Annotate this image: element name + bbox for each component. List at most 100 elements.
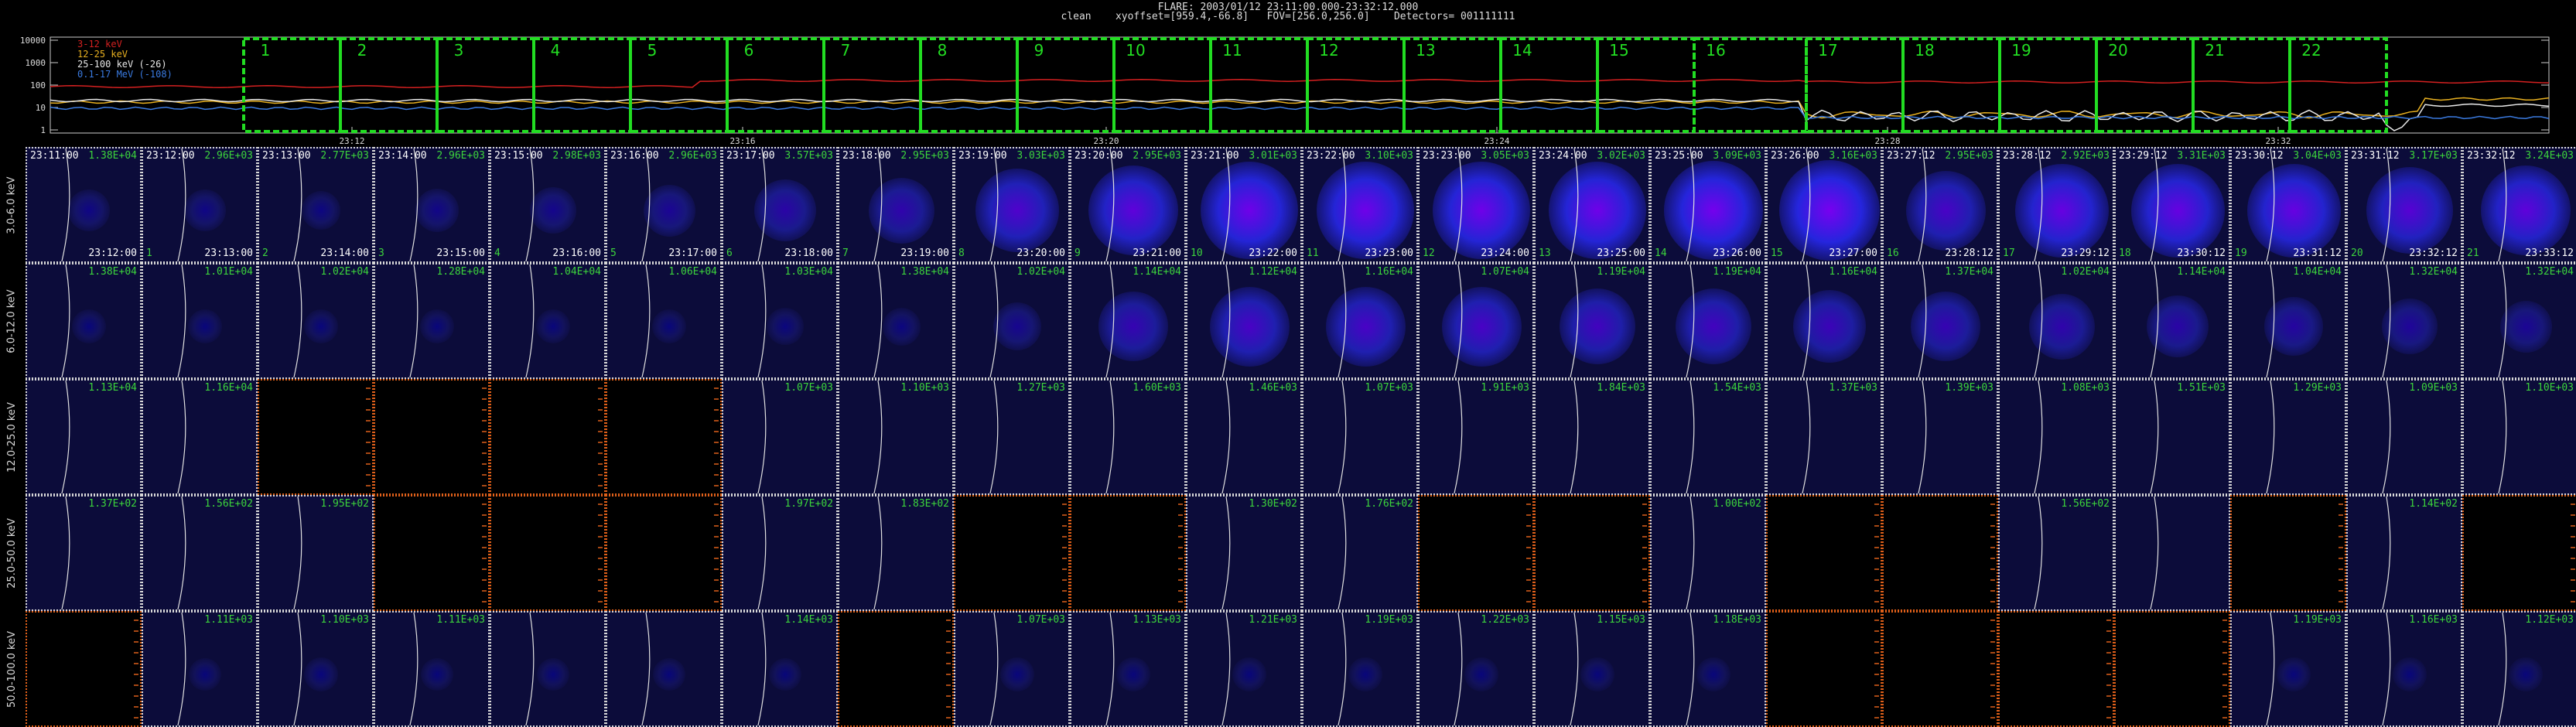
cell-peak-value: 1.38E+04 [88, 150, 137, 162]
image-cell: 1.14E+04 [1070, 263, 1186, 379]
solar-limb [1454, 381, 1463, 493]
cell-peak-value: 1.37E+02 [88, 498, 137, 510]
image-cell: 1.14E+03 [722, 611, 838, 727]
y-tick-label: 10 [36, 103, 46, 113]
solar-limb [873, 148, 883, 261]
row-label-text: 6.0-12.0 keV [5, 288, 18, 353]
x-tick-label: 23:16 [729, 136, 755, 146]
axis-ticks [1062, 503, 1067, 602]
row-label: 25.0-50.0 keV [0, 495, 23, 611]
solar-limb [1686, 381, 1695, 493]
row-label-text: 50.0-100.0 keV [5, 630, 18, 708]
image-cell: 1.09E+03 [2346, 379, 2462, 495]
cell-peak-value: 1.16E+04 [1829, 266, 1877, 278]
cell-peak-value: 1.38E+04 [900, 266, 949, 278]
time-box-label: 5 [647, 41, 658, 60]
cell-end-time: 23:33:12 [2525, 247, 2574, 259]
solar-limb [1105, 613, 1115, 725]
solar-limb [1686, 148, 1695, 261]
solar-limb [61, 381, 70, 493]
image-cell [838, 611, 954, 727]
solar-limb [641, 265, 651, 377]
image-cell: 1.12E+04 [1186, 263, 1302, 379]
solar-limb [1338, 381, 1347, 493]
cell-start-time: 23:24:00 [1539, 150, 1587, 162]
cell-start-time: 23:12:00 [146, 150, 195, 162]
solar-limb [1105, 265, 1115, 377]
time-box-label: 14 [1512, 41, 1532, 60]
image-cell [2114, 495, 2230, 611]
image-cell: 1.37E+03 [1766, 379, 1882, 495]
axis-ticks [946, 619, 951, 718]
time-box-label: 10 [1126, 41, 1145, 60]
cell-start-time: 23:19:00 [958, 150, 1007, 162]
time-box [242, 37, 342, 133]
solar-limb [1221, 613, 1231, 725]
cell-peak-value: 1.60E+03 [1133, 382, 1181, 394]
time-box-label: 22 [2301, 41, 2321, 60]
cell-end-time: 23:27:00 [1829, 247, 1877, 259]
row-label: 3.0-6.0 keV [0, 147, 23, 263]
time-box-label: 6 [744, 41, 754, 60]
axis-ticks [598, 387, 603, 486]
cell-index: 19 [2235, 247, 2247, 259]
image-cell: 1.02E+04 [954, 263, 1070, 379]
image-cell: 1.19E+03 [2230, 611, 2346, 727]
image-cell: 1.60E+03 [1070, 379, 1186, 495]
time-box [629, 37, 729, 133]
image-grid: 3.0-6.0 keV 23:11:00 23:12:00 1.38E+04 23:12… [6, 147, 2576, 727]
cell-index: 20 [2351, 247, 2363, 259]
axis-ticks [2106, 619, 2111, 718]
image-cell: 23:26:00 23:27:00 15 3.16E+03 [1766, 147, 1882, 263]
cell-start-time: 23:25:00 [1655, 150, 1703, 162]
solar-limb [2266, 613, 2275, 725]
axis-ticks [1526, 503, 1531, 602]
solar-limb [293, 497, 302, 609]
solar-limb [989, 148, 999, 261]
solar-limb [293, 265, 302, 377]
image-cell: 23:32:12 23:33:12 21 3.24E+03 [2462, 147, 2576, 263]
solar-limb [1686, 497, 1695, 609]
image-cell [258, 379, 374, 495]
cell-start-time: 23:14:00 [378, 150, 427, 162]
cell-peak-value: 3.09E+03 [1713, 150, 1761, 162]
image-cell: 1.13E+03 [1070, 611, 1186, 727]
cell-start-time: 23:23:00 [1423, 150, 1471, 162]
cell-peak-value: 1.04E+04 [552, 266, 601, 278]
cell-index: 12 [1423, 247, 1435, 259]
solar-limb [2498, 265, 2507, 377]
axis-ticks [1642, 503, 1647, 602]
cell-peak-value: 1.01E+04 [204, 266, 253, 278]
image-cell: 1.08E+03 [1998, 379, 2114, 495]
cell-start-time: 23:31:12 [2351, 150, 2400, 162]
legend-entry: 12-25 keV [77, 49, 128, 60]
cell-end-time: 23:13:00 [204, 247, 253, 259]
image-cell: 23:18:00 23:19:00 7 2.95E+03 [838, 147, 954, 263]
axis-ticks [598, 503, 603, 602]
solar-limb [757, 613, 767, 725]
solar-limb [1802, 265, 1811, 377]
x-tick-label: 23:28 [1874, 136, 1900, 146]
solar-limb [2034, 381, 2043, 493]
cell-index: 16 [1887, 247, 1899, 259]
cell-peak-value: 1.91E+03 [1481, 382, 1529, 394]
image-cell: 1.18E+03 [1650, 611, 1766, 727]
cell-end-time: 23:16:00 [552, 247, 601, 259]
cell-peak-value: 1.14E+02 [2409, 498, 2458, 510]
solar-limb [2382, 381, 2391, 493]
solar-limb [873, 381, 883, 493]
image-cell: 1.54E+03 [1650, 379, 1766, 495]
image-cell: 1.83E+02 [838, 495, 954, 611]
cell-peak-value: 1.12E+03 [2525, 614, 2574, 626]
cell-peak-value: 2.95E+03 [1133, 150, 1181, 162]
image-cell: 1.56E+02 [142, 495, 258, 611]
cell-peak-value: 1.03E+04 [784, 266, 833, 278]
cell-peak-value: 1.10E+03 [2525, 382, 2574, 394]
legend-entry: 3-12 keV [77, 39, 122, 49]
cell-peak-value: 1.27E+03 [1016, 382, 1065, 394]
cell-peak-value: 1.51E+03 [2177, 382, 2226, 394]
solar-limb [61, 148, 70, 261]
image-cell: 1.00E+02 [1650, 495, 1766, 611]
time-box-label: 19 [2011, 41, 2031, 60]
axis-ticks [1990, 503, 1995, 602]
